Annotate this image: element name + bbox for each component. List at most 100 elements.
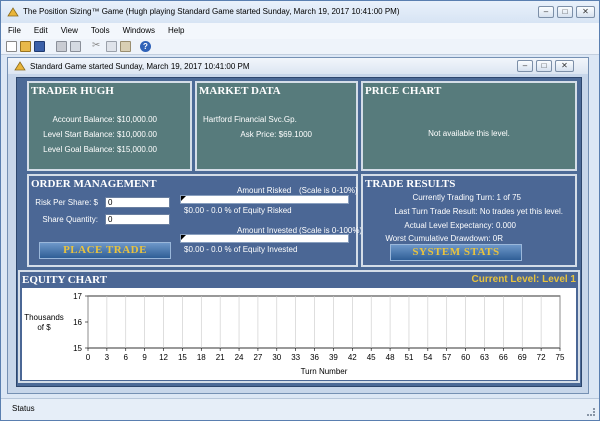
menu-help[interactable]: Help [161, 23, 190, 35]
x-tick-label: 30 [272, 353, 281, 362]
menu-windows[interactable]: Windows [116, 23, 161, 35]
x-tick-label: 39 [329, 353, 338, 362]
x-tick-label: 27 [253, 353, 262, 362]
paste-icon[interactable] [120, 41, 131, 52]
x-tick-label: 3 [105, 353, 110, 362]
trader-title: TRADER HUGH [31, 85, 114, 97]
x-tick-label: 48 [386, 353, 395, 362]
amount-invested-bar [180, 234, 349, 243]
amount-risked-label: Amount Risked [237, 186, 292, 195]
x-tick-label: 69 [518, 353, 527, 362]
current-level-label: Current Level: Level 1 [471, 274, 576, 285]
amount-risked-bar [180, 195, 349, 204]
account-balance: Account Balance: $10,000.00 [52, 115, 157, 124]
x-tick-label: 63 [480, 353, 489, 362]
copy-icon[interactable] [106, 41, 117, 52]
share-quantity-input[interactable]: 0 [105, 214, 170, 225]
x-tick-label: 6 [124, 353, 129, 362]
amount-risked-marker [181, 196, 186, 201]
x-tick-label: 60 [461, 353, 470, 362]
open-icon[interactable] [20, 41, 31, 52]
x-tick-label: 51 [405, 353, 414, 362]
trade-results-panel: TRADE RESULTS Currently Trading Turn: 1 … [361, 174, 577, 267]
title-bar: The Position Sizing™ Game (Hugh playing … [1, 1, 599, 23]
menu-file[interactable]: File [1, 23, 27, 35]
last-turn-result: Last Turn Trade Result: No trades yet th… [394, 207, 563, 216]
x-tick-label: 24 [235, 353, 244, 362]
company-name: Hartford Financial Svc.Gp. [203, 115, 297, 124]
menu-view[interactable]: View [54, 23, 84, 35]
menu-tools[interactable]: Tools [84, 23, 116, 35]
child-window-controls: – □ ✕ [517, 60, 574, 72]
menu-edit[interactable]: Edit [27, 23, 54, 35]
level-goal-balance: Level Goal Balance: $15,000.00 [43, 145, 157, 154]
x-tick-label: 45 [367, 353, 376, 362]
x-tick-label: 42 [348, 353, 357, 362]
help-icon[interactable]: ? [140, 41, 151, 52]
x-tick-label: 54 [423, 353, 432, 362]
risk-per-share-label: Risk Per Share: $ [35, 198, 98, 207]
game-board: TRADER HUGH Account Balance: $10,000.00 … [16, 77, 582, 387]
x-tick-label: 18 [197, 353, 206, 362]
x-axis-label: Turn Number [301, 367, 348, 376]
price-chart-title: PRICE CHART [365, 85, 442, 97]
market-panel: MARKET DATA Hartford Financial Svc.Gp. A… [195, 81, 358, 171]
cumulative-drawdown: Worst Cumulative Drawdown: 0R [385, 234, 503, 243]
print-icon[interactable] [56, 41, 67, 52]
toolbar: ✂ ? [1, 39, 599, 55]
price-chart-message: Not available this level. [428, 129, 510, 138]
window-title: The Position Sizing™ Game (Hugh playing … [23, 7, 400, 16]
maximize-button[interactable]: □ [557, 6, 573, 18]
x-tick-label: 21 [216, 353, 225, 362]
print-preview-icon[interactable] [70, 41, 81, 52]
resize-grip[interactable] [587, 408, 595, 416]
level-expectancy: Actual Level Expectancy: 0.000 [404, 221, 516, 230]
child-window-title: Standard Game started Sunday, March 19, … [30, 62, 250, 71]
x-tick-label: 75 [556, 353, 565, 362]
close-button[interactable]: ✕ [576, 6, 595, 18]
risk-per-share-input[interactable]: 0 [105, 197, 170, 208]
window-controls: – □ ✕ [538, 6, 595, 18]
equity-chart-svg: 0 3 6 9 12 15 18 21 24 27 30 33 36 39 42 45 48 51 54 57 60 63… [73, 292, 565, 376]
y-tick-label: 16 [73, 318, 82, 327]
ask-price: Ask Price: $69.1000 [240, 130, 312, 139]
app-window: The Position Sizing™ Game (Hugh playing … [0, 0, 600, 421]
child-title-bar: Standard Game started Sunday, March 19, … [8, 58, 588, 74]
status-text: Status [12, 404, 35, 413]
child-close-button[interactable]: ✕ [555, 60, 574, 72]
amount-invested-text: $0.00 - 0.0 % of Equity Invested [184, 245, 298, 254]
amount-risked-scale: (Scale is 0-10%) [299, 186, 358, 195]
x-tick-label: 33 [291, 353, 300, 362]
order-title: ORDER MANAGEMENT [31, 178, 157, 190]
place-trade-button[interactable]: PLACE TRADE [39, 242, 171, 259]
child-app-icon [14, 61, 26, 71]
amount-risked-text: $0.00 - 0.0 % of Equity Risked [184, 206, 292, 215]
trader-panel: TRADER HUGH Account Balance: $10,000.00 … [27, 81, 192, 171]
child-maximize-button[interactable]: □ [536, 60, 552, 72]
x-tick-label: 15 [178, 353, 187, 362]
x-tick-label: 72 [537, 353, 546, 362]
x-tick-label: 66 [499, 353, 508, 362]
x-tick-label: 12 [159, 353, 168, 362]
save-icon[interactable] [34, 41, 45, 52]
results-title: TRADE RESULTS [365, 178, 456, 190]
price-chart-panel: PRICE CHART Not available this level. [361, 81, 577, 171]
minimize-button[interactable]: – [538, 6, 554, 18]
child-minimize-button[interactable]: – [517, 60, 533, 72]
system-stats-button[interactable]: SYSTEM STATS [390, 244, 522, 261]
app-icon [7, 7, 19, 17]
menu-bar: File Edit View Tools Windows Help [1, 23, 599, 39]
new-icon[interactable] [6, 41, 17, 52]
cut-icon[interactable]: ✂ [92, 41, 103, 52]
x-tick-label: 9 [142, 353, 147, 362]
level-start-balance: Level Start Balance: $10,000.00 [43, 130, 157, 139]
x-tick-label: 57 [442, 353, 451, 362]
current-turn: Currently Trading Turn: 1 of 75 [412, 193, 522, 202]
equity-title: EQUITY CHART [22, 274, 108, 286]
plot-frame [87, 295, 561, 349]
y-axis-label: Thousands of $ [24, 313, 64, 332]
amount-invested-marker [181, 235, 186, 240]
x-tick-label: 0 [86, 353, 91, 362]
share-quantity-label: Share Quantity: [42, 215, 98, 224]
y-tick-label: 15 [73, 344, 82, 353]
